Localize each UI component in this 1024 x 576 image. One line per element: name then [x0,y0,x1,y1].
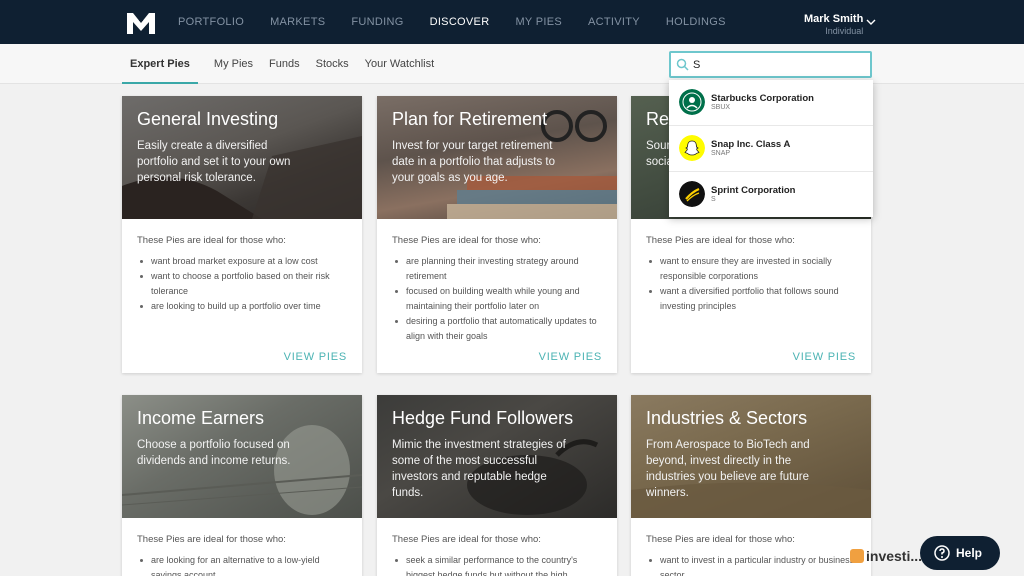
main-nav: PORTFOLIO MARKETS FUNDING DISCOVER MY PI… [178,0,752,44]
tab-funds[interactable]: Funds [269,44,300,84]
card-intro: These Pies are ideal for those who: [392,534,541,545]
result-symbol: S [711,196,716,203]
result-name: Sprint Corporation [711,185,796,196]
result-symbol: SBUX [711,104,731,111]
top-navbar: PORTFOLIO MARKETS FUNDING DISCOVER MY PI… [0,0,1024,44]
result-symbol: SNAP [711,150,731,157]
search-input[interactable] [693,55,863,75]
card-image: Hedge Fund Followers Mimic the investmen… [377,395,617,518]
card-title: Income Earners [137,408,265,428]
card-title: General Investing [137,109,279,129]
card-bullets: want broad market exposure at a low cost… [137,254,347,314]
card-image: Plan for Retirement Invest for your targ… [377,96,617,219]
search-result-item[interactable]: Sprint Corporation S [669,172,873,218]
card-bullets: seek a similar performance to the countr… [392,553,602,576]
card-bullet: are looking for an alternative to a low-… [137,553,347,576]
card-bullet: are looking to build up a portfolio over… [137,299,347,314]
result-name: Snap Inc. Class A [711,139,791,150]
user-account-type: Individual [825,26,864,36]
nav-portfolio[interactable]: PORTFOLIO [178,16,244,28]
card-bullet: desiring a portfolio that automatically … [392,314,602,344]
view-pies-link[interactable]: VIEW PIES [793,351,856,363]
pie-category-card[interactable]: Plan for Retirement Invest for your targ… [377,96,617,373]
m1-logo[interactable] [126,11,156,35]
tab-expert-pies[interactable]: Expert Pies [122,44,198,84]
card-bullets: want to ensure they are invested in soci… [646,254,856,314]
card-image: General Investing Easily create a divers… [122,96,362,219]
search-result-item[interactable]: Starbucks Corporation SBUX [669,80,873,126]
tab-my-pies[interactable]: My Pies [214,44,253,84]
search-box [669,51,872,78]
question-icon [934,545,950,561]
tab-stocks[interactable]: Stocks [316,44,349,84]
card-title: Industries & Sectors [646,408,808,428]
search-result-item[interactable]: Snap Inc. Class A SNAP [669,126,873,172]
card-bullet: want broad market exposure at a low cost [137,254,347,269]
card-title: Plan for Retirement [392,109,548,129]
sprint-logo-icon [679,181,705,207]
card-description: From Aerospace to BioTech and beyond, in… [646,439,810,499]
nav-holdings[interactable]: HOLDINGS [666,16,726,28]
help-button[interactable]: Help [920,536,1000,570]
pie-category-card[interactable]: Industries & Sectors From Aerospace to B… [631,395,871,576]
card-description: Mimic the investment strategies of some … [392,439,566,499]
subnav-tabs: Expert Pies My Pies Funds Stocks Your Wa… [122,44,442,84]
nav-discover[interactable]: DISCOVER [430,16,490,28]
card-intro: These Pies are ideal for those who: [392,235,541,246]
pie-category-card[interactable]: Hedge Fund Followers Mimic the investmen… [377,395,617,576]
card-intro: These Pies are ideal for those who: [646,235,795,246]
card-intro: These Pies are ideal for those who: [646,534,795,545]
card-description: Choose a portfolio focused on dividends … [137,439,291,467]
nav-markets[interactable]: MARKETS [270,16,325,28]
chevron-down-icon[interactable] [866,18,876,26]
watermark-icon [850,549,864,563]
card-bullets: are looking for an alternative to a low-… [137,553,347,576]
view-pies-link[interactable]: VIEW PIES [539,351,602,363]
search-results-dropdown: Starbucks Corporation SBUX Snap Inc. Cla… [669,80,873,217]
tab-watchlist[interactable]: Your Watchlist [365,44,435,84]
pie-category-card[interactable]: General Investing Easily create a divers… [122,96,362,373]
search-icon [676,58,689,71]
pie-category-card[interactable]: Income Earners Choose a portfolio focuse… [122,395,362,576]
card-title: Hedge Fund Followers [392,408,574,428]
snapchat-logo-icon [679,135,705,161]
view-pies-link[interactable]: VIEW PIES [284,351,347,363]
card-intro: These Pies are ideal for those who: [137,534,286,545]
result-name: Starbucks Corporation [711,93,814,104]
card-intro: These Pies are ideal for those who: [137,235,286,246]
starbucks-logo-icon [679,89,705,115]
card-bullet: want a diversified portfolio that follow… [646,284,856,314]
card-image: Income Earners Choose a portfolio focuse… [122,395,362,518]
help-label: Help [956,546,983,560]
card-bullets: want to invest in a particular industry … [646,553,856,576]
card-bullets: are planning their investing strategy ar… [392,254,602,344]
card-bullet: want to choose a portfolio based on thei… [137,269,347,299]
user-name: Mark Smith [804,13,864,25]
user-menu[interactable]: Mark Smith Individual [804,13,863,36]
card-bullet: seek a similar performance to the countr… [392,553,602,576]
nav-activity[interactable]: ACTIVITY [588,16,640,28]
card-bullet: want to invest in a particular industry … [646,553,856,576]
nav-my-pies[interactable]: MY PIES [515,16,562,28]
card-image: Industries & Sectors From Aerospace to B… [631,395,871,518]
card-bullet: focused on building wealth while young a… [392,284,602,314]
card-bullet: want to ensure they are invested in soci… [646,254,856,284]
card-description: Easily create a diversified portfolio an… [137,140,291,184]
nav-funding[interactable]: FUNDING [351,16,403,28]
card-bullet: are planning their investing strategy ar… [392,254,602,284]
card-description: Invest for your target retirement date i… [392,140,556,184]
